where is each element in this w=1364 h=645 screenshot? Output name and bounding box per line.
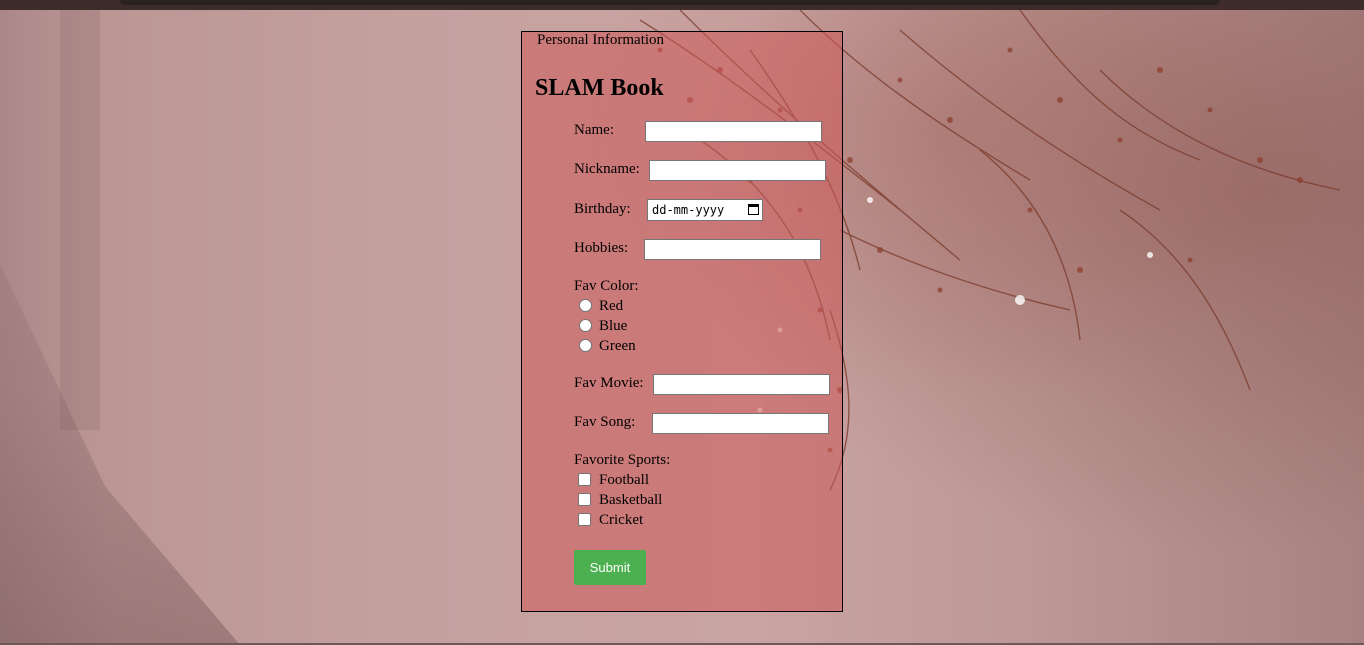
sport-checkbox-basketball[interactable] <box>578 493 591 506</box>
sport-checkbox-cricket[interactable] <box>578 513 591 526</box>
favorite-sports-label: Favorite Sports: <box>574 452 671 468</box>
nickname-input[interactable] <box>649 160 826 181</box>
calendar-icon[interactable] <box>748 204 759 215</box>
hobbies-label: Hobbies: <box>574 240 629 256</box>
color-radio-blue[interactable] <box>579 319 592 332</box>
fav-movie-label: Fav Movie: <box>574 375 644 391</box>
sport-option-basketball: Basketball <box>599 492 663 508</box>
name-input[interactable] <box>645 121 822 142</box>
color-radio-green[interactable] <box>579 339 592 352</box>
background-shadow <box>0 264 240 645</box>
page-title: SLAM Book <box>535 75 664 101</box>
sport-option-cricket: Cricket <box>599 512 644 528</box>
birthday-placeholder: dd-mm-yyyy <box>652 203 725 217</box>
color-option-red: Red <box>599 298 624 314</box>
nickname-label: Nickname: <box>574 161 640 177</box>
birthday-date-input[interactable]: dd-mm-yyyy <box>647 199 763 221</box>
color-option-green: Green <box>599 338 636 354</box>
birthday-label: Birthday: <box>574 201 631 217</box>
fav-color-label: Fav Color: <box>574 278 639 294</box>
name-label: Name: <box>574 122 614 138</box>
color-radio-red[interactable] <box>579 299 592 312</box>
background-shadow-band <box>60 10 100 430</box>
color-option-blue: Blue <box>599 318 628 334</box>
fav-movie-input[interactable] <box>653 374 830 395</box>
sport-option-football: Football <box>599 472 650 488</box>
hobbies-input[interactable] <box>644 239 821 260</box>
fav-song-label: Fav Song: <box>574 414 636 430</box>
personal-info-fieldset: Personal Information <box>521 31 843 612</box>
submit-button[interactable]: Submit <box>574 550 646 585</box>
browser-top-bar <box>0 0 1364 10</box>
sport-checkbox-football[interactable] <box>578 473 591 486</box>
fav-song-input[interactable] <box>652 413 829 434</box>
fieldset-legend: Personal Information <box>537 32 665 48</box>
browser-scroll-edge <box>120 0 1220 5</box>
